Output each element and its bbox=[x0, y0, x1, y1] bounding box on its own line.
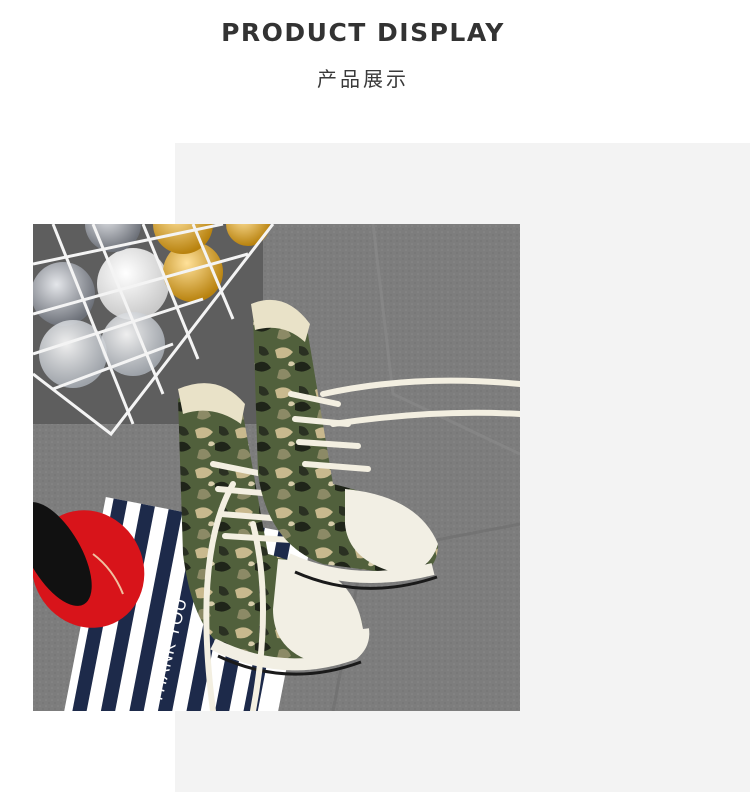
section-subtitle: 产品展示 bbox=[317, 67, 409, 91]
section-title: PRODUCT DISPLAY bbox=[221, 18, 505, 47]
product-photo: THANK YOU bbox=[33, 224, 520, 711]
